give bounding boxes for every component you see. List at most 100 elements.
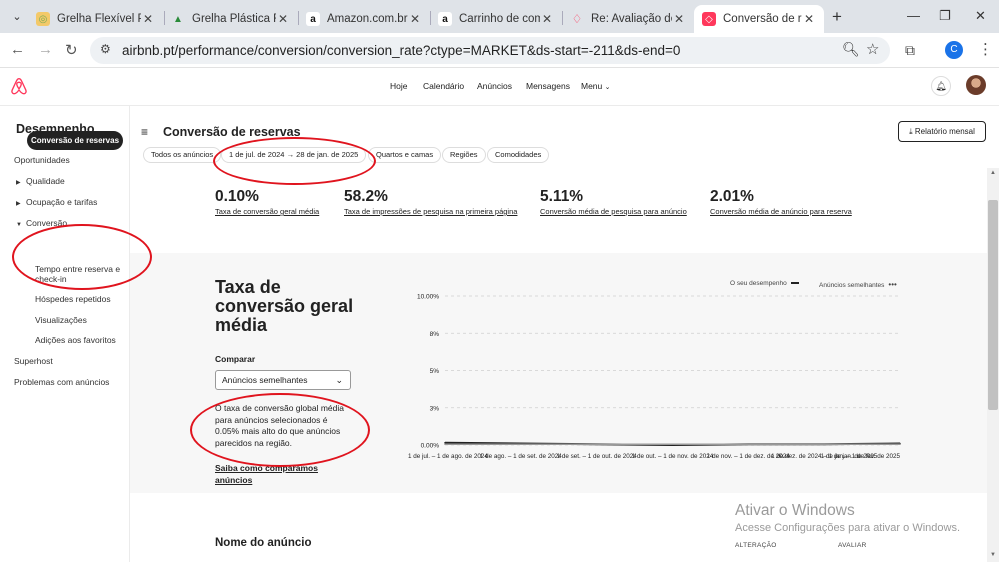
monthly-report-button[interactable]: ⤓ Relatório mensal — [898, 121, 986, 142]
tab-close-icon[interactable]: ✕ — [802, 12, 816, 26]
column-header-change[interactable]: ALTERAÇÃO — [735, 542, 777, 549]
x-tick-label: 1 de jan. – 1 de fev. de 2025 — [821, 453, 901, 460]
tab-close-icon[interactable]: ✕ — [276, 12, 290, 26]
back-arrow-icon[interactable]: ← — [10, 41, 25, 58]
page-scrollbar-thumb[interactable] — [988, 200, 998, 410]
compare-label: Comparar — [215, 354, 256, 364]
kpi-value: 2.01% — [710, 188, 754, 205]
window-close-icon[interactable]: ✕ — [975, 8, 986, 24]
airbnb-favicon-icon: ◇ — [702, 12, 716, 26]
sidebar-item-superhost[interactable]: Superhost — [14, 356, 53, 366]
filter-regions[interactable]: Regiões — [442, 147, 486, 163]
sidebar-item-conversao-reservas[interactable]: Conversão de reservas — [27, 131, 123, 150]
url-omnibox[interactable]: ⚙ airbnb.pt/performance/conversion/conve… — [90, 37, 890, 64]
filter-amenities[interactable]: Comodidades — [487, 147, 550, 163]
x-tick-label: 1 de jul. – 1 de ago. de 2024 — [408, 453, 488, 460]
sidebar-item-qualidade[interactable]: ▶ Qualidade — [16, 176, 65, 186]
browser-tab[interactable]: a Carrinho de comp ✕ — [430, 5, 562, 33]
minimize-icon[interactable]: — — [907, 8, 920, 23]
date-start: 1 de jul. de 2024 — [229, 150, 285, 159]
chevron-right-icon: ▶ — [16, 201, 21, 207]
browser-tab[interactable]: ♢ Re: Avaliação do m ✕ — [562, 5, 694, 33]
menu-hamburger-icon[interactable]: ≡ — [141, 125, 148, 139]
nav-menu-label: Menu — [581, 81, 603, 91]
nav-hoje[interactable]: Hoje — [390, 81, 407, 91]
tab-search-chevron-icon[interactable]: ⌄ — [8, 8, 26, 26]
sidebar-item-visualizacoes[interactable]: Visualizações — [35, 315, 87, 325]
browser-tab-active[interactable]: ◇ Conversão de rese ✕ — [694, 5, 824, 33]
date-end: 28 de jan. de 2025 — [296, 150, 359, 159]
arrow-right-icon: → — [286, 150, 295, 159]
tab-title: Conversão de rese — [723, 13, 802, 25]
y-tick-label: 5% — [430, 368, 440, 375]
airbnb-logo-icon[interactable] — [10, 77, 28, 95]
browser-tab[interactable]: ▲ Grelha Plástica Fle ✕ — [163, 5, 298, 33]
browser-tab[interactable]: ◎ Grelha Flexível Plá ✕ — [28, 5, 163, 33]
kpi-value: 5.11% — [540, 188, 584, 205]
notifications-bell-icon[interactable]: 🔔︎ — [931, 76, 951, 96]
kpi-label-link[interactable]: Conversão média de anúncio para reserva — [710, 207, 852, 216]
download-icon: ⤓ — [909, 127, 913, 136]
tab-title: Carrinho de comp — [459, 13, 540, 25]
kpi-label-link[interactable]: Taxa de impressões de pesquisa na primei… — [344, 207, 517, 216]
filter-all-listings[interactable]: Todos os anúncios — [143, 147, 222, 163]
kpi-label-link[interactable]: Taxa de conversão geral média — [215, 207, 319, 216]
legend-swatch — [790, 282, 799, 285]
airbnb-favicon-icon: ♢ — [571, 12, 583, 26]
sidebar-item-oportunidades[interactable]: Oportunidades — [14, 155, 70, 165]
kpi-label-link[interactable]: Conversão média de pesquisa para anúncio — [540, 207, 687, 216]
bookmark-star-icon[interactable]: ☆ — [866, 40, 879, 58]
user-avatar[interactable] — [966, 75, 986, 95]
kpi-value: 58.2% — [344, 188, 388, 205]
new-tab-plus-icon[interactable]: + — [832, 7, 842, 27]
reload-icon[interactable]: ↻ — [65, 41, 78, 59]
browser-menu-kebab-icon[interactable]: ⋮ — [978, 40, 993, 58]
sidebar-item-favoritos[interactable]: Adições aos favoritos — [35, 335, 116, 345]
learn-more-link[interactable]: Saiba como comparamos anúncios — [215, 463, 325, 486]
data-point — [823, 443, 825, 446]
scroll-up-arrow-icon[interactable]: ▲ — [987, 170, 999, 176]
sidebar-item-ocupacao[interactable]: ▶ Ocupação e tarifas — [16, 197, 97, 207]
kpi-value: 0.10% — [215, 188, 259, 205]
x-tick-label: 1 de ago. – 1 de set. de 2024 — [480, 453, 562, 460]
nav-calendario[interactable]: Calendário — [423, 81, 464, 91]
browser-tab[interactable]: a Amazon.com.br : g ✕ — [298, 5, 430, 33]
tab-close-icon[interactable]: ✕ — [408, 12, 422, 26]
report-button-label: Relatório mensal — [914, 127, 975, 136]
sidebar-item-problemas[interactable]: Problemas com anúncios — [14, 377, 109, 387]
tab-close-icon[interactable]: ✕ — [540, 12, 554, 26]
chevron-down-icon: ▼ — [16, 222, 22, 228]
sidebar-item-conversao[interactable]: ▼ Conversão — [16, 218, 67, 228]
nav-anuncios[interactable]: Anúncios — [477, 81, 512, 91]
compare-dropdown[interactable]: Anúncios semelhantes ⌄ — [215, 370, 351, 390]
tab-close-icon[interactable]: ✕ — [141, 12, 155, 26]
nav-mensagens[interactable]: Mensagens — [526, 81, 570, 91]
sidebar-item-tempo-checkin[interactable]: Tempo entre reserva e check-in — [35, 264, 120, 284]
nav-menu[interactable]: Menu ⌄ — [581, 81, 611, 91]
maximize-icon[interactable]: ❐ — [939, 8, 951, 24]
url-text[interactable]: airbnb.pt/performance/conversion/convers… — [122, 43, 680, 58]
sidebar: Desempenho — [0, 106, 130, 562]
section-title-line: Taxa de — [215, 277, 281, 297]
tab-close-icon[interactable]: ✕ — [672, 12, 686, 26]
section-title-line: média — [215, 315, 268, 335]
column-header-rate[interactable]: AVALIAR — [838, 542, 867, 549]
sidebar-item-label: Tempo entre reserva e — [35, 264, 121, 274]
forward-arrow-icon[interactable]: → — [38, 41, 53, 58]
filter-rooms[interactable]: Quartos e camas — [368, 147, 442, 163]
zoom-magnifier-icon[interactable]: 🔍︎ — [842, 41, 860, 58]
site-settings-icon[interactable]: ⚙ — [100, 42, 111, 56]
tab-title: Re: Avaliação do m — [591, 13, 672, 25]
amazon-favicon-icon: a — [438, 12, 452, 26]
y-tick-label: 3% — [430, 405, 440, 412]
site-header: Hoje Calendário Anúncios Mensagens Menu … — [0, 68, 999, 106]
sidebar-item-hospedes[interactable]: Hóspedes repetidos — [35, 294, 111, 304]
profile-avatar[interactable]: C — [945, 41, 963, 59]
tab-title: Grelha Flexível Plá — [57, 13, 141, 25]
filter-date-range[interactable]: 1 de jul. de 2024 → 28 de jan. de 2025 — [221, 147, 367, 163]
extensions-puzzle-icon[interactable]: ⧉ — [905, 42, 915, 59]
compare-selected-value: Anúncios semelhantes — [222, 375, 308, 385]
scroll-down-arrow-icon[interactable]: ▼ — [987, 552, 999, 558]
data-point — [899, 443, 901, 446]
page-title: Conversão de reservas — [163, 125, 301, 139]
